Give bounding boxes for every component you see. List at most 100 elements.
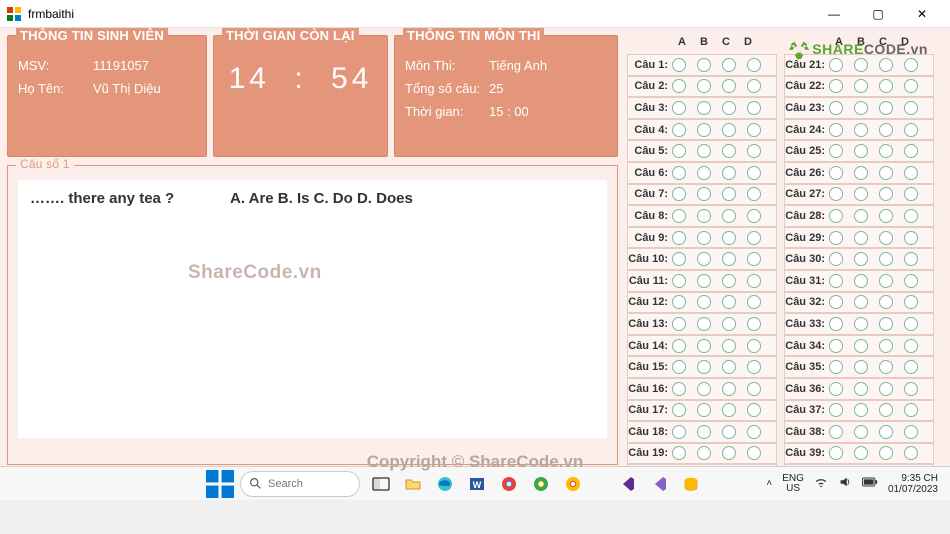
radio-option[interactable] bbox=[672, 166, 686, 180]
radio-option[interactable] bbox=[672, 123, 686, 137]
radio-option[interactable] bbox=[672, 144, 686, 158]
radio-option[interactable] bbox=[854, 231, 868, 245]
radio-option[interactable] bbox=[879, 79, 893, 93]
explorer-icon[interactable] bbox=[402, 473, 424, 495]
radio-option[interactable] bbox=[697, 317, 711, 331]
radio-option[interactable] bbox=[672, 425, 686, 439]
radio-option[interactable] bbox=[879, 252, 893, 266]
radio-option[interactable] bbox=[697, 252, 711, 266]
radio-option[interactable] bbox=[829, 425, 843, 439]
radio-option[interactable] bbox=[747, 101, 761, 115]
radio-option[interactable] bbox=[672, 58, 686, 72]
radio-option[interactable] bbox=[672, 101, 686, 115]
search-input[interactable] bbox=[268, 478, 338, 490]
radio-option[interactable] bbox=[879, 295, 893, 309]
sql-icon[interactable] bbox=[680, 473, 702, 495]
radio-option[interactable] bbox=[879, 231, 893, 245]
vs2-icon[interactable] bbox=[648, 473, 670, 495]
radio-option[interactable] bbox=[829, 339, 843, 353]
radio-option[interactable] bbox=[747, 58, 761, 72]
radio-option[interactable] bbox=[829, 79, 843, 93]
radio-option[interactable] bbox=[854, 339, 868, 353]
minimize-button[interactable]: — bbox=[812, 0, 856, 28]
radio-option[interactable] bbox=[697, 425, 711, 439]
radio-option[interactable] bbox=[904, 209, 918, 223]
radio-option[interactable] bbox=[904, 295, 918, 309]
radio-option[interactable] bbox=[747, 187, 761, 201]
radio-option[interactable] bbox=[879, 382, 893, 396]
radio-option[interactable] bbox=[672, 231, 686, 245]
radio-option[interactable] bbox=[672, 209, 686, 223]
radio-option[interactable] bbox=[879, 144, 893, 158]
radio-option[interactable] bbox=[829, 274, 843, 288]
radio-option[interactable] bbox=[854, 252, 868, 266]
radio-option[interactable] bbox=[904, 446, 918, 460]
radio-option[interactable] bbox=[697, 209, 711, 223]
wifi-icon[interactable] bbox=[814, 475, 828, 492]
radio-option[interactable] bbox=[672, 382, 686, 396]
radio-option[interactable] bbox=[829, 101, 843, 115]
radio-option[interactable] bbox=[829, 252, 843, 266]
edge-icon[interactable] bbox=[434, 473, 456, 495]
radio-option[interactable] bbox=[829, 360, 843, 374]
radio-option[interactable] bbox=[672, 446, 686, 460]
radio-option[interactable] bbox=[747, 382, 761, 396]
radio-option[interactable] bbox=[879, 187, 893, 201]
radio-option[interactable] bbox=[879, 339, 893, 353]
radio-option[interactable] bbox=[879, 360, 893, 374]
radio-option[interactable] bbox=[747, 231, 761, 245]
radio-option[interactable] bbox=[854, 317, 868, 331]
radio-option[interactable] bbox=[722, 317, 736, 331]
radio-option[interactable] bbox=[722, 274, 736, 288]
maximize-button[interactable]: ▢ bbox=[856, 0, 900, 28]
radio-option[interactable] bbox=[697, 144, 711, 158]
radio-option[interactable] bbox=[854, 403, 868, 417]
radio-option[interactable] bbox=[722, 382, 736, 396]
radio-option[interactable] bbox=[697, 123, 711, 137]
radio-option[interactable] bbox=[722, 360, 736, 374]
radio-option[interactable] bbox=[854, 425, 868, 439]
radio-option[interactable] bbox=[697, 79, 711, 93]
radio-option[interactable] bbox=[854, 209, 868, 223]
radio-option[interactable] bbox=[747, 425, 761, 439]
radio-option[interactable] bbox=[722, 339, 736, 353]
radio-option[interactable] bbox=[722, 187, 736, 201]
radio-option[interactable] bbox=[747, 166, 761, 180]
radio-option[interactable] bbox=[747, 79, 761, 93]
radio-option[interactable] bbox=[697, 403, 711, 417]
radio-option[interactable] bbox=[879, 446, 893, 460]
chrome1-icon[interactable] bbox=[498, 473, 520, 495]
radio-option[interactable] bbox=[697, 339, 711, 353]
radio-option[interactable] bbox=[672, 295, 686, 309]
radio-option[interactable] bbox=[747, 252, 761, 266]
radio-option[interactable] bbox=[904, 339, 918, 353]
radio-option[interactable] bbox=[904, 166, 918, 180]
radio-option[interactable] bbox=[672, 79, 686, 93]
radio-option[interactable] bbox=[829, 231, 843, 245]
radio-option[interactable] bbox=[747, 274, 761, 288]
start-button[interactable] bbox=[206, 470, 234, 498]
radio-option[interactable] bbox=[854, 295, 868, 309]
radio-option[interactable] bbox=[672, 252, 686, 266]
radio-option[interactable] bbox=[904, 317, 918, 331]
radio-option[interactable] bbox=[722, 425, 736, 439]
radio-option[interactable] bbox=[854, 144, 868, 158]
radio-option[interactable] bbox=[747, 317, 761, 331]
tray-chevron-icon[interactable]: ˄ bbox=[766, 478, 772, 489]
volume-icon[interactable] bbox=[838, 475, 852, 492]
radio-option[interactable] bbox=[697, 382, 711, 396]
radio-option[interactable] bbox=[747, 295, 761, 309]
radio-option[interactable] bbox=[697, 360, 711, 374]
close-button[interactable]: ✕ bbox=[900, 0, 944, 28]
clock[interactable]: 9:35 CH 01/07/2023 bbox=[888, 473, 938, 495]
radio-option[interactable] bbox=[672, 317, 686, 331]
radio-option[interactable] bbox=[672, 187, 686, 201]
radio-option[interactable] bbox=[904, 274, 918, 288]
radio-option[interactable] bbox=[904, 360, 918, 374]
radio-option[interactable] bbox=[904, 382, 918, 396]
radio-option[interactable] bbox=[829, 317, 843, 331]
radio-option[interactable] bbox=[879, 166, 893, 180]
radio-option[interactable] bbox=[722, 446, 736, 460]
radio-option[interactable] bbox=[879, 403, 893, 417]
radio-option[interactable] bbox=[722, 252, 736, 266]
